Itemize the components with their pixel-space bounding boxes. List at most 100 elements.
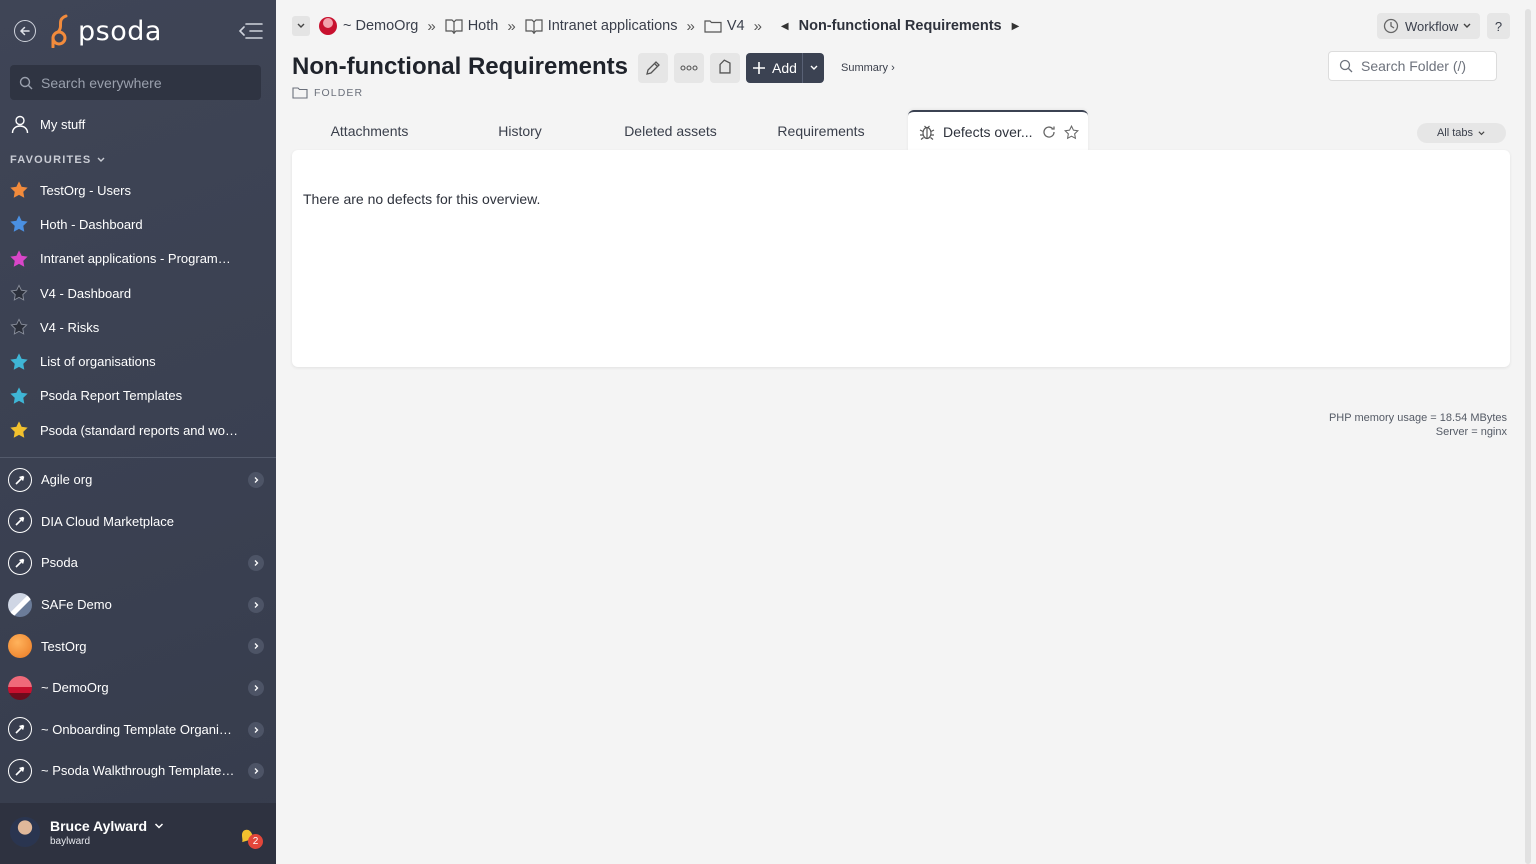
- favourite-item[interactable]: V4 - Dashboard: [10, 276, 266, 310]
- asset-type: FOLDER: [292, 87, 363, 99]
- book-icon: [525, 18, 543, 34]
- my-stuff-link[interactable]: My stuff: [10, 114, 85, 134]
- user-menu-toggle[interactable]: Bruce Aylward: [50, 818, 165, 834]
- add-button[interactable]: Add: [746, 53, 824, 83]
- chevron-right-icon[interactable]: [248, 472, 264, 488]
- chevron-down-icon: [810, 65, 817, 70]
- org-item-demoorg[interactable]: ~ DemoOrg: [8, 667, 270, 709]
- breadcrumb-item-demoorg[interactable]: ~ DemoOrg: [318, 16, 418, 36]
- breadcrumb-label: ~ DemoOrg: [343, 18, 419, 34]
- logo-mark-icon: [51, 14, 68, 48]
- chevron-down-icon: [154, 823, 164, 829]
- chevron-right-icon[interactable]: [248, 555, 264, 572]
- scrollbar[interactable]: [1525, 9, 1531, 864]
- favourite-item[interactable]: Intranet applications - Programme...: [10, 242, 266, 276]
- chevron-right-icon[interactable]: [248, 763, 264, 780]
- favourites-label: FAVOURITES: [10, 154, 92, 166]
- help-label: ?: [1494, 18, 1503, 34]
- star-icon: [10, 181, 28, 198]
- chevron-right-icon[interactable]: [248, 679, 264, 696]
- tab-label: History: [498, 123, 542, 139]
- summary-link[interactable]: Summary ›: [841, 62, 895, 74]
- chevron-down-icon: [97, 157, 105, 162]
- global-search-input[interactable]: [41, 74, 241, 91]
- breadcrumb-separator: »: [507, 17, 516, 35]
- server-name: Server = nginx: [1435, 426, 1507, 438]
- favourite-item[interactable]: Hoth - Dashboard: [10, 207, 266, 241]
- user-name: Bruce Aylward: [50, 818, 147, 834]
- star-icon: [10, 387, 28, 404]
- search-icon: [1339, 59, 1353, 73]
- favourite-label: List of organisations: [40, 354, 156, 370]
- breadcrumb-label: V4: [726, 18, 745, 34]
- org-label: DIA Cloud Marketplace: [41, 513, 174, 529]
- folder-icon: [704, 19, 722, 33]
- org-item-testorg[interactable]: TestOrg: [8, 625, 270, 667]
- favourite-item[interactable]: TestOrg - Users: [10, 173, 266, 207]
- sunset-icon: [8, 675, 32, 700]
- tab-requirements[interactable]: Requirements: [748, 110, 894, 152]
- workflow-button[interactable]: Workflow: [1377, 13, 1480, 39]
- previous-sibling-icon[interactable]: ◀: [781, 21, 789, 32]
- organisation-list: Agile org DIA Cloud Marketplace Psoda SA…: [8, 459, 270, 792]
- org-item-onboarding-template[interactable]: ~ Onboarding Template Organisa...: [8, 709, 270, 751]
- org-label: Agile org: [41, 472, 93, 488]
- star-icon: [10, 250, 28, 267]
- org-item-walkthrough-template[interactable]: ~ Psoda Walkthrough Template P...: [8, 750, 270, 792]
- breadcrumb-item-v4[interactable]: V4: [704, 18, 745, 34]
- org-item-agile-org[interactable]: Agile org: [8, 459, 270, 501]
- chevron-right-icon[interactable]: [248, 721, 264, 738]
- ellipsis-icon: [680, 65, 698, 71]
- asset-type-label: FOLDER: [314, 87, 364, 99]
- rocket-icon: [8, 717, 32, 742]
- breadcrumb-item-intranet[interactable]: Intranet applications: [525, 18, 677, 34]
- org-item-psoda[interactable]: Psoda: [8, 542, 270, 584]
- empty-state-message: There are no defects for this overview.: [303, 191, 541, 207]
- all-tabs-button[interactable]: All tabs: [1417, 123, 1506, 143]
- tag-button[interactable]: [710, 53, 740, 83]
- breadcrumb-separator: »: [686, 17, 695, 35]
- rocket-icon: [8, 509, 32, 534]
- favourite-label: Hoth - Dashboard: [40, 216, 143, 232]
- star-icon: [10, 284, 28, 301]
- tab-attachments[interactable]: Attachments: [292, 110, 447, 152]
- favourite-label: Psoda (standard reports and work...: [40, 422, 240, 438]
- tab-defects-overview[interactable]: Defects over...: [908, 110, 1088, 152]
- defects-overview-panel: There are no defects for this overview.: [292, 150, 1510, 367]
- pencil-icon: [646, 61, 660, 75]
- collapse-sidebar-icon[interactable]: [238, 21, 264, 41]
- folder-search-input[interactable]: [1361, 58, 1491, 74]
- favourite-item[interactable]: List of organisations: [10, 344, 266, 378]
- psoda-logo[interactable]: psoda: [50, 14, 162, 48]
- edit-button[interactable]: [638, 53, 668, 83]
- favourite-item[interactable]: Psoda Report Templates: [10, 379, 266, 413]
- star-outline-icon[interactable]: [1064, 124, 1080, 140]
- add-dropdown-toggle[interactable]: [802, 53, 824, 83]
- breadcrumb-item-hoth[interactable]: Hoth: [445, 18, 498, 34]
- favourite-item[interactable]: V4 - Risks: [10, 310, 266, 344]
- refresh-icon[interactable]: [1042, 125, 1056, 139]
- avatar[interactable]: [10, 817, 40, 847]
- server-info: PHP memory usage = 18.54 MBytes Server =…: [1329, 411, 1507, 439]
- tab-deleted-assets[interactable]: Deleted assets: [593, 110, 748, 152]
- next-sibling-icon[interactable]: ▶: [1012, 21, 1020, 32]
- breadcrumb-dropdown[interactable]: [292, 16, 310, 36]
- favourites-toggle[interactable]: FAVOURITES: [10, 154, 106, 166]
- org-label: TestOrg: [41, 638, 87, 654]
- tab-history[interactable]: History: [447, 110, 593, 152]
- notifications-button[interactable]: 2: [236, 824, 263, 850]
- tab-label: Requirements: [777, 123, 865, 139]
- org-item-safe-demo[interactable]: SAFe Demo: [8, 584, 270, 626]
- org-item-dia-cloud-marketplace[interactable]: DIA Cloud Marketplace: [8, 501, 270, 543]
- back-button[interactable]: [14, 20, 36, 42]
- chevron-right-icon[interactable]: [248, 596, 264, 613]
- chevron-right-icon[interactable]: [248, 638, 264, 655]
- more-options-button[interactable]: [674, 53, 704, 83]
- favourite-item[interactable]: Psoda (standard reports and work...: [10, 413, 266, 447]
- help-button[interactable]: ?: [1487, 13, 1510, 39]
- org-label: ~ DemoOrg: [41, 680, 109, 696]
- all-tabs-label: All tabs: [1436, 127, 1474, 139]
- org-label: ~ Onboarding Template Organisa...: [41, 721, 235, 737]
- tab-actions: [1042, 124, 1080, 140]
- add-label: Add: [772, 60, 797, 76]
